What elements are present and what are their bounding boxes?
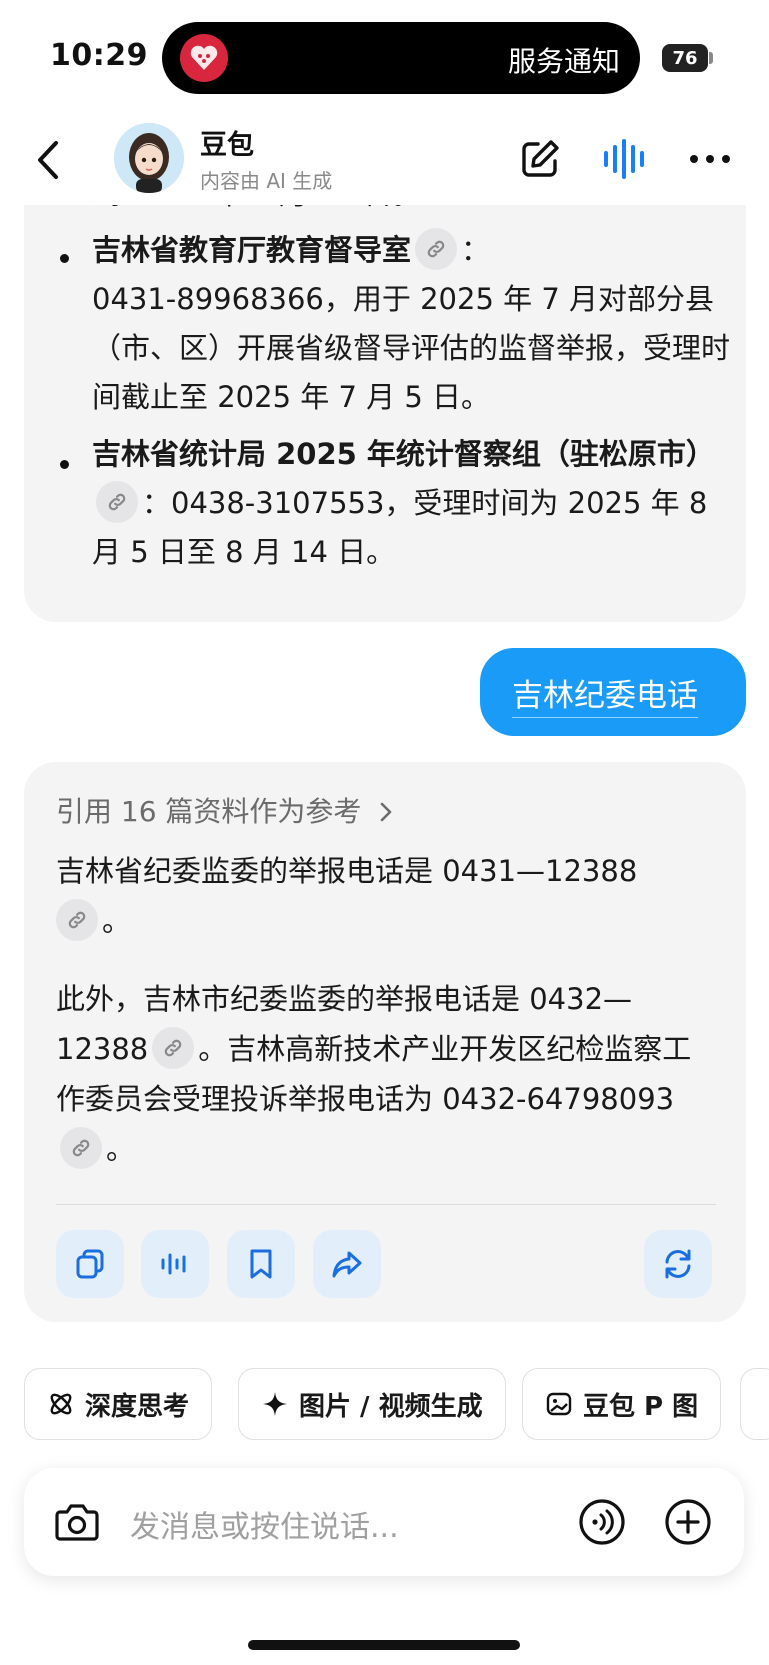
message-input-bar: 发消息或按住说话... bbox=[24, 1468, 744, 1576]
battery-tip bbox=[709, 52, 713, 64]
item-title: 吉林省统计局 2025 年统计督察组（驻松原市） bbox=[92, 437, 715, 471]
home-indicator[interactable] bbox=[248, 1640, 520, 1650]
status-bar: 10:29 服务通知 76 bbox=[0, 0, 769, 115]
chip-label: 豆包 P 图 bbox=[583, 1391, 699, 1422]
references-text: 引用 16 篇资料作为参考 bbox=[56, 795, 362, 828]
answer-paragraph: 吉林省纪委监委的举报电话是 0431—12388 。 bbox=[56, 846, 720, 946]
atom-icon bbox=[50, 1393, 72, 1415]
bullet bbox=[60, 254, 69, 263]
link-icon[interactable] bbox=[415, 228, 458, 270]
user-message-bubble[interactable]: 吉林纪委电话 bbox=[480, 648, 746, 736]
copy-button[interactable] bbox=[56, 1230, 124, 1298]
link-icon[interactable] bbox=[60, 1127, 102, 1169]
voice-call-icon[interactable] bbox=[602, 137, 646, 181]
share-button[interactable] bbox=[313, 1230, 381, 1298]
references-link[interactable]: 引用 16 篇资料作为参考 bbox=[56, 790, 396, 830]
answer-paragraph: 此外，吉林市纪委监委的举报电话是 0432—12388 。吉林高新技术产业开发区纪… bbox=[56, 974, 720, 1174]
chip-label: 图片 / 视频生成 bbox=[299, 1391, 483, 1422]
share-icon bbox=[332, 1251, 362, 1278]
read-aloud-button[interactable] bbox=[141, 1230, 209, 1298]
notification-text: 服务通知 bbox=[507, 45, 620, 78]
status-time: 10:29 bbox=[50, 38, 148, 73]
chip-label: 深度思考 bbox=[85, 1391, 190, 1422]
link-icon[interactable] bbox=[56, 899, 98, 941]
camera-icon[interactable] bbox=[54, 1500, 100, 1544]
voice-input-icon[interactable] bbox=[578, 1498, 626, 1546]
plus-icon[interactable] bbox=[664, 1498, 712, 1546]
item-text: 0431-89968366，用于 2025 年 7 月对部分县（市、区）开展省级… bbox=[92, 282, 731, 414]
voice-icon bbox=[161, 1253, 186, 1275]
battery-icon: 76 bbox=[662, 44, 708, 72]
message-input[interactable]: 发消息或按住说话... bbox=[130, 1502, 399, 1546]
chevron-right-icon bbox=[381, 802, 392, 822]
link-icon[interactable] bbox=[152, 1027, 195, 1069]
chip-deep-think[interactable]: 深度思考 bbox=[24, 1368, 213, 1440]
bot-name: 豆包 bbox=[200, 130, 254, 161]
user-message-text: 吉林纪委电话 bbox=[512, 670, 698, 718]
link-icon[interactable] bbox=[96, 481, 138, 523]
bullet bbox=[60, 460, 69, 469]
chat-header: 豆包 内容由 AI 生成 bbox=[0, 115, 769, 205]
edit-icon[interactable] bbox=[518, 137, 562, 181]
item-text: ：0438-3107553，受理时间为 2025 年 8 月 5 日至 8 月 … bbox=[92, 486, 708, 569]
bookmark-button[interactable] bbox=[227, 1230, 295, 1298]
image-edit-icon bbox=[546, 1392, 572, 1416]
item-title: 吉林省教育厅教育督导室 bbox=[92, 233, 412, 267]
period: 。 bbox=[106, 1132, 136, 1166]
sparkle-icon bbox=[263, 1392, 287, 1416]
chip-image-video[interactable]: 图片 / 视频生成 bbox=[238, 1368, 506, 1440]
list-item: 吉林省教育厅教育督导室 ： 0431-89968366，用于 2025 年 7 月对… bbox=[92, 226, 732, 422]
app-logo-icon bbox=[180, 34, 228, 82]
paragraph-text: 吉林省纪委监委的举报电话是 0431—12388 bbox=[56, 854, 638, 888]
dynamic-island[interactable]: 服务通知 bbox=[162, 22, 640, 94]
avatar[interactable] bbox=[114, 123, 184, 193]
bot-subtitle: 内容由 AI 生成 bbox=[200, 169, 333, 193]
list-item: 吉林省统计局 2025 年统计督察组（驻松原市） ：0438-3107553，受理… bbox=[92, 430, 732, 577]
more-icon[interactable] bbox=[686, 137, 734, 181]
bookmark-icon bbox=[250, 1249, 272, 1279]
refresh-icon bbox=[665, 1249, 691, 1279]
divider bbox=[56, 1204, 716, 1205]
colon: ： bbox=[461, 233, 491, 267]
chip-more[interactable] bbox=[740, 1368, 769, 1440]
copy-icon bbox=[76, 1249, 104, 1279]
chip-photo-edit[interactable]: 豆包 P 图 bbox=[522, 1368, 722, 1440]
back-icon[interactable] bbox=[30, 137, 70, 183]
regenerate-button[interactable] bbox=[644, 1230, 712, 1298]
assistant-message-card: 到 2025 年 6 月 25 日。 吉林省教育厅教育督导室：0431-8996… bbox=[24, 170, 746, 622]
period: 。 bbox=[102, 904, 132, 938]
assistant-message-card: 引用 16 篇资料作为参考 吉林省纪委监委的举报电话是 0431—12388。 … bbox=[24, 762, 746, 1322]
